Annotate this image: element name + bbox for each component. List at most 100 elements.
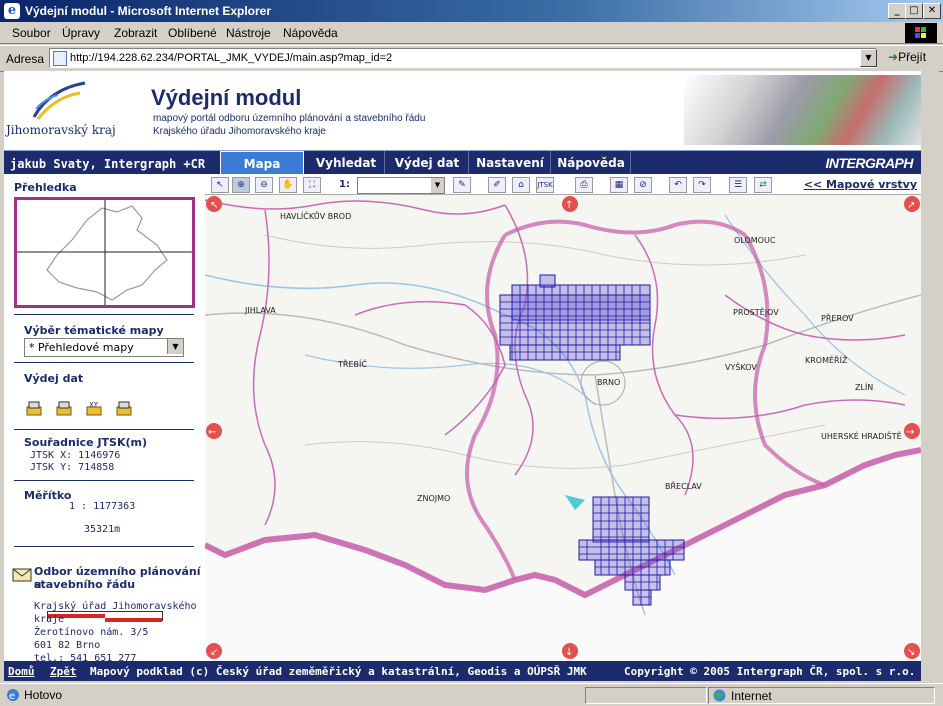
- eraser-icon[interactable]: ✎: [453, 177, 471, 193]
- menu-upravy[interactable]: Úpravy: [62, 26, 100, 40]
- page-footer: Domů Zpět Mapový podklad (c) Český úřad …: [4, 661, 921, 681]
- divider: [14, 362, 194, 363]
- svg-text:XY: XY: [89, 401, 99, 409]
- chevron-down-icon: ▼: [431, 178, 444, 193]
- close-button[interactable]: ✕: [923, 3, 941, 19]
- menu-soubor[interactable]: Soubor: [12, 26, 51, 40]
- logo-text: Jihomoravský kraj: [6, 123, 116, 137]
- map-label: BŘECLAV: [665, 481, 702, 491]
- address-input[interactable]: http://194.228.62.234/PORTAL_JMK_VYDEJ/m…: [49, 48, 877, 68]
- svg-text:↖: ↖: [210, 200, 218, 211]
- map-label: KROMĚŘÍŽ: [805, 354, 848, 365]
- jtsk-y: JTSK Y: 714858: [30, 462, 115, 473]
- menu-napoveda[interactable]: Nápověda: [283, 26, 338, 40]
- measure-icon[interactable]: ✐: [488, 177, 506, 193]
- selection-grid-north: [499, 274, 651, 361]
- print-icon[interactable]: ⎙: [575, 177, 593, 193]
- scale-title: Měřítko: [24, 489, 72, 502]
- scale-value: 1 : 1177363: [69, 501, 136, 512]
- menu-bar: Soubor Úpravy Zobrazit Oblíbené Nástroje…: [0, 22, 943, 44]
- grid-icon[interactable]: ▦: [610, 177, 628, 193]
- title-bar: e Výdejní modul - Microsoft Internet Exp…: [0, 0, 943, 22]
- tab-mapa[interactable]: Mapa: [220, 151, 304, 175]
- map-label: ZLÍN: [855, 381, 873, 392]
- pan-hand-icon[interactable]: ✋: [279, 177, 297, 193]
- dept-title-2: stavebního řádu: [34, 578, 136, 591]
- scale-prefix: 1:: [339, 179, 350, 190]
- minimize-button[interactable]: _: [888, 3, 906, 19]
- maximize-button[interactable]: □: [905, 3, 923, 19]
- select-arrow-icon[interactable]: ↖: [211, 177, 229, 193]
- tab-napoveda[interactable]: Nápověda: [552, 151, 631, 175]
- svg-text:↑: ↑: [565, 200, 573, 211]
- undo-icon[interactable]: ↶: [669, 177, 687, 193]
- address-line-1: Krajský úřad Jihomoravského: [34, 601, 197, 612]
- jtsk-button[interactable]: JTSK: [536, 177, 554, 193]
- scale-bar: [47, 611, 163, 622]
- divider: [14, 429, 194, 430]
- status-bar: e Hotovo Internet: [0, 683, 943, 706]
- intergraph-logo: INTERGRAPH: [825, 155, 913, 171]
- status-section: [585, 687, 707, 704]
- divider: [14, 546, 194, 547]
- map-label: TŘEBÍČ: [337, 358, 367, 369]
- map-label: ZNOJMO: [417, 494, 450, 503]
- thematic-title: Výběr tématické mapy: [24, 324, 164, 337]
- tab-vyhledat[interactable]: Vyhledat: [308, 151, 385, 175]
- map-label: PROSTĚJOV: [733, 306, 779, 317]
- home-link[interactable]: Domů: [8, 665, 35, 678]
- svg-text:↘: ↘: [907, 647, 915, 658]
- map-label: UHERSKÉ HRADIŠTĚ: [821, 430, 902, 441]
- address-line-3: Žerotínovo nám. 3/5: [34, 627, 149, 638]
- tab-nastaveni[interactable]: Nastavení: [470, 151, 551, 175]
- address-url: http://194.228.62.234/PORTAL_JMK_VYDEJ/m…: [70, 52, 393, 64]
- menu-zobrazit[interactable]: Zobrazit: [114, 26, 157, 40]
- map-label: PŘEROV: [821, 313, 854, 323]
- redo-icon[interactable]: ↷: [693, 177, 711, 193]
- menu-oblibene[interactable]: Oblíbené: [168, 26, 217, 40]
- tab-vydej-dat[interactable]: Výdej dat: [386, 151, 469, 175]
- zoom-in-icon[interactable]: ⊕: [232, 177, 250, 193]
- go-label: Přejít: [898, 50, 927, 64]
- map-copyright: Mapový podklad (c) Český úřad zeměměřick…: [90, 665, 587, 678]
- map-label: BRNO: [597, 378, 620, 387]
- legend-list-icon[interactable]: ☰: [729, 177, 747, 193]
- left-panel: Přehledka Výběr tématické mapy * Přehled…: [4, 174, 206, 664]
- windows-logo-icon: [905, 23, 937, 43]
- page-subtitle-2: Krajského úřadu Jihomoravského kraje: [153, 126, 326, 137]
- thematic-map-select[interactable]: * Přehledové mapy ▼: [24, 338, 184, 357]
- ie-page-icon: e: [6, 688, 20, 702]
- address-label: Adresa: [6, 52, 45, 66]
- back-link[interactable]: Zpět: [50, 665, 77, 678]
- menu-nastroje[interactable]: Nástroje: [226, 26, 271, 40]
- scale-select[interactable]: ▼: [357, 177, 445, 194]
- download-coordinates-icon[interactable]: XY: [86, 400, 102, 416]
- chevron-down-icon: ▼: [167, 339, 183, 354]
- header-map-image: [684, 75, 921, 145]
- window-title: Výdejní modul - Microsoft Internet Explo…: [25, 4, 272, 18]
- mail-icon[interactable]: [12, 568, 32, 582]
- go-button[interactable]: ➜Přejít: [888, 50, 926, 64]
- map-layers-link[interactable]: << Mapové vrstvy: [804, 178, 917, 191]
- overview-title: Přehledka: [14, 181, 77, 194]
- fit-all-icon[interactable]: ⛶: [303, 177, 321, 193]
- overview-map[interactable]: [14, 197, 195, 308]
- page-title: Výdejní modul: [151, 85, 302, 110]
- refresh-icon[interactable]: ⇄: [754, 177, 772, 193]
- jtsk-x: JTSK X: 1146976: [30, 450, 121, 461]
- download-polygon-icon[interactable]: [26, 400, 42, 416]
- page-icon: [53, 51, 67, 66]
- user-name: jakub Svaty, Intergraph +CR: [10, 157, 206, 171]
- page-scrollbar[interactable]: [921, 71, 939, 681]
- download-rectangle-icon[interactable]: [56, 400, 72, 416]
- thematic-map-value: * Přehledové mapy: [29, 341, 134, 354]
- nav-bar: jakub Svaty, Intergraph +CR Mapa Vyhleda…: [4, 150, 921, 175]
- address-dropdown-icon[interactable]: ▼: [860, 49, 877, 67]
- download-list-icon[interactable]: [116, 400, 132, 416]
- zoom-out-icon[interactable]: ⊖: [255, 177, 273, 193]
- map-view[interactable]: HAVLÍČKŮV BROD JIHLAVA TŘEBÍČ ZNOJMO BRN…: [205, 195, 921, 661]
- home-icon[interactable]: ⌂: [512, 177, 530, 193]
- cancel-icon[interactable]: ⊘: [634, 177, 652, 193]
- status-zone: Internet: [731, 689, 772, 703]
- page-content: Jihomoravský kraj Výdejní modul mapový p…: [4, 71, 921, 681]
